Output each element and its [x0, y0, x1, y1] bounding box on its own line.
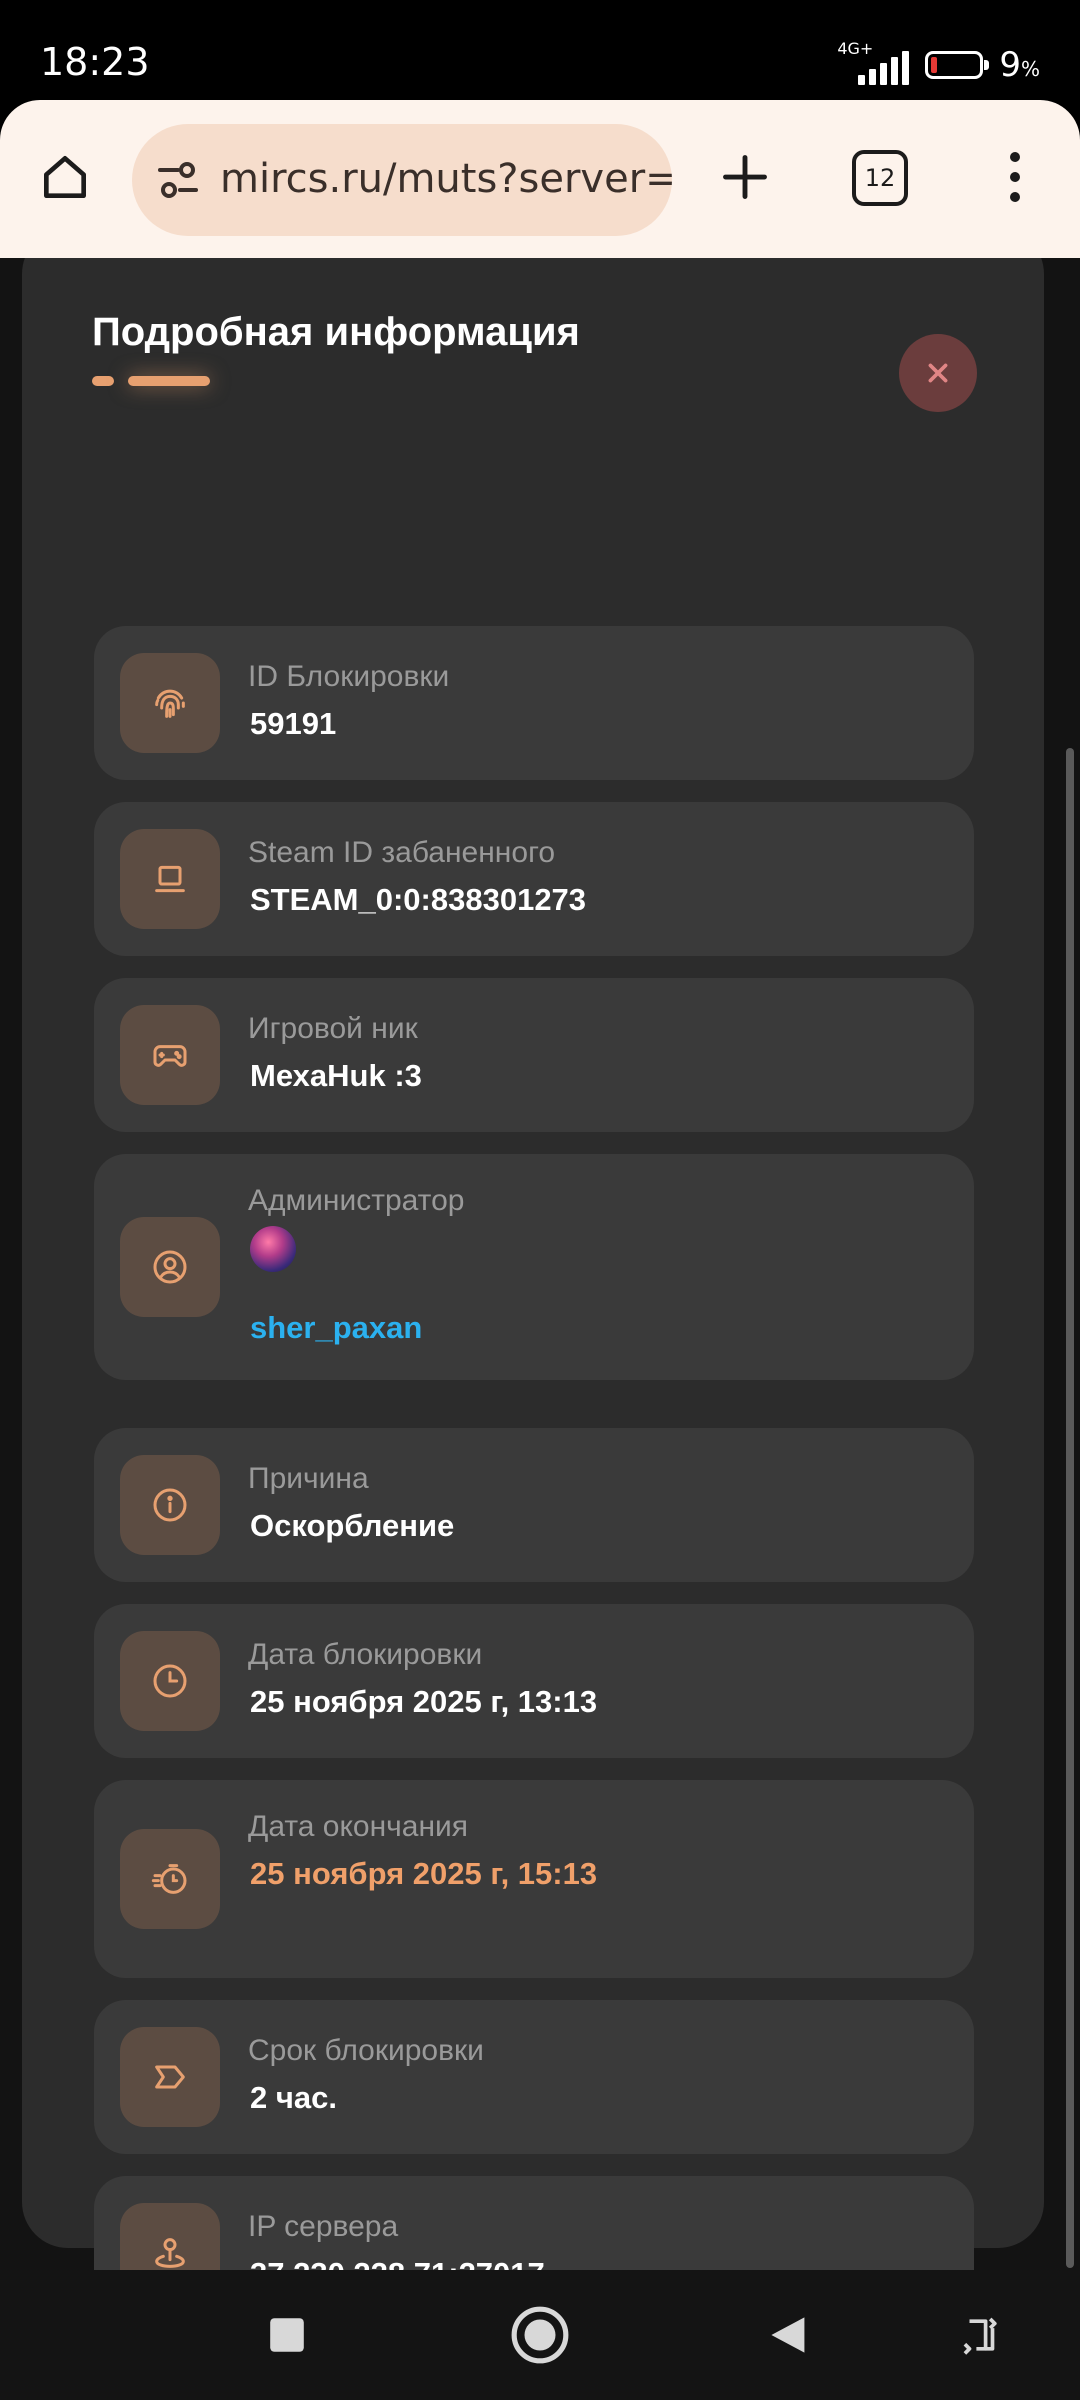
nickname-label: Игровой ник — [248, 1012, 418, 1045]
reason-value: Оскорбление — [250, 1508, 455, 1543]
end-date-label: Дата окончания — [248, 1810, 469, 1843]
tabs-icon[interactable]: 12 — [852, 150, 908, 206]
location-pin-icon — [120, 2203, 220, 2270]
battery-icon — [925, 51, 990, 79]
back-triangle-icon[interactable] — [754, 2300, 824, 2370]
battery-percent: 9% — [999, 45, 1040, 85]
avatar[interactable] — [250, 1226, 296, 1272]
tag-arrow-icon — [120, 2027, 220, 2127]
user-circle-icon — [120, 1217, 220, 1317]
nickname-value: МехаHuk :3 — [250, 1058, 422, 1093]
reason-row: Причина Оскорбление — [94, 1428, 974, 1582]
ban-id-value: 59191 — [250, 706, 337, 741]
home-icon[interactable] — [30, 142, 100, 212]
steam-id-row: Steam ID забаненного STEAM_0:0:838301273 — [94, 802, 974, 956]
modal-title: Подробная информация — [92, 310, 580, 354]
gamepad-icon — [120, 1005, 220, 1105]
stopwatch-icon — [120, 1829, 220, 1929]
ban-date-value: 25 ноября 2025 г, 13:13 — [250, 1684, 598, 1719]
steam-id-label: Steam ID забаненного — [248, 836, 556, 869]
tab-count: 12 — [864, 164, 896, 192]
details-modal: Подробная информация ID Блокировки 59191 — [22, 258, 1044, 2270]
steam-id-value: STEAM_0:0:838301273 — [250, 882, 587, 917]
more-menu-icon[interactable] — [990, 142, 1040, 212]
url-text[interactable]: mircs.ru/muts?server= — [220, 156, 672, 202]
new-tab-icon[interactable] — [710, 142, 780, 212]
ban-date-row: Дата блокировки 25 ноября 2025 г, 13:13 — [94, 1604, 974, 1758]
signal-icon: 4G+ — [837, 39, 910, 87]
server-ip-label: IP сервера — [248, 2210, 399, 2243]
scrollbar[interactable] — [1066, 748, 1074, 2268]
status-bar: 18:23 4G+ 9% — [0, 0, 1080, 100]
server-ip-value: 37.230.228.71:27017 — [250, 2256, 545, 2270]
end-date-row: Дата окончания 25 ноября 2025 г, 15:13 — [94, 1780, 974, 1978]
end-date-value: 25 ноября 2025 г, 15:13 — [250, 1856, 598, 1891]
nickname-row: Игровой ник МехаHuk :3 — [94, 978, 974, 1132]
url-bar[interactable]: mircs.ru/muts?server= — [132, 124, 672, 236]
ban-id-label: ID Блокировки — [248, 660, 450, 693]
duration-row: Срок блокировки 2 час. — [94, 2000, 974, 2154]
laptop-icon — [120, 829, 220, 929]
info-icon — [120, 1455, 220, 1555]
status-icons: 4G+ 9% — [837, 39, 1040, 90]
duration-label: Срок блокировки — [248, 2034, 484, 2067]
recents-square-icon[interactable] — [252, 2300, 322, 2370]
fingerprint-icon — [120, 653, 220, 753]
server-ip-row: IP сервера 37.230.228.71:27017 — [94, 2176, 974, 2270]
system-nav-bar — [0, 2270, 1080, 2400]
clock-icon — [120, 1631, 220, 1731]
close-icon — [928, 363, 948, 383]
duration-value: 2 час. — [250, 2080, 337, 2115]
admin-label: Администратор — [248, 1184, 465, 1217]
ban-id-row: ID Блокировки 59191 — [94, 626, 974, 780]
browser-toolbar: mircs.ru/muts?server= 12 — [0, 100, 1080, 260]
home-circle-icon[interactable] — [505, 2300, 575, 2370]
page-content: Подробная информация ID Блокировки 59191 — [0, 258, 1080, 2270]
reason-label: Причина — [248, 1462, 369, 1495]
ban-date-label: Дата блокировки — [248, 1638, 483, 1671]
admin-row: Администратор sher_paxan — [94, 1154, 974, 1380]
admin-link[interactable]: sher_paxan — [250, 1310, 422, 1346]
site-settings-icon[interactable] — [154, 156, 202, 204]
rotate-icon[interactable] — [946, 2300, 1016, 2370]
clock: 18:23 — [40, 40, 150, 84]
close-button[interactable] — [899, 334, 977, 412]
